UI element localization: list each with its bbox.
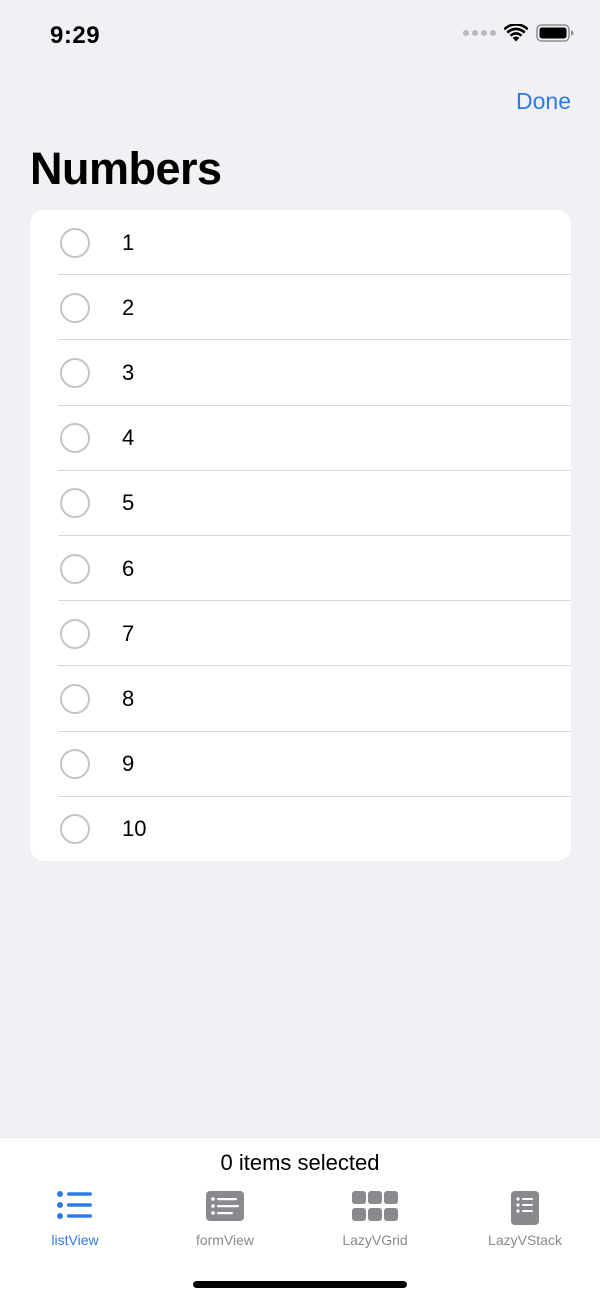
list-item[interactable]: 5 <box>30 471 571 536</box>
tab-label: listView <box>51 1232 99 1248</box>
list-item-label: 7 <box>122 620 135 646</box>
doc-list-icon <box>511 1191 539 1225</box>
selection-circle-icon[interactable] <box>60 683 90 714</box>
status-icons <box>463 24 574 42</box>
list-bullet-icon <box>57 1191 92 1219</box>
list-item-label: 8 <box>122 685 135 711</box>
tab-label: LazyVGrid <box>342 1232 408 1248</box>
home-indicator <box>193 1281 407 1288</box>
status-bar: 9:29 <box>0 0 600 72</box>
tab-bar: listView formView LazyVGrid LazyVStack <box>0 1188 600 1258</box>
selection-circle-icon[interactable] <box>60 749 90 780</box>
list-item[interactable]: 3 <box>30 340 571 406</box>
form-list-icon <box>206 1191 244 1221</box>
grid-icon <box>352 1191 398 1221</box>
list-item-label: 5 <box>122 490 135 516</box>
tab-label: LazyVStack <box>488 1232 562 1248</box>
numbers-list: 1 2 3 4 5 6 7 8 9 10 <box>30 210 571 861</box>
list-item-label: 6 <box>122 555 135 581</box>
selection-circle-icon[interactable] <box>60 814 90 845</box>
list-item-label: 3 <box>122 359 135 385</box>
list-item-label: 10 <box>122 816 147 842</box>
list-item-label: 2 <box>122 294 135 320</box>
list-item[interactable]: 1 <box>30 210 571 276</box>
list-item[interactable]: 9 <box>30 732 571 797</box>
selection-circle-icon[interactable] <box>60 292 90 323</box>
signal-dots-icon <box>463 30 496 36</box>
list-item-label: 1 <box>122 229 135 255</box>
tab-label: formView <box>195 1232 255 1248</box>
list-item[interactable]: 10 <box>30 797 571 861</box>
selection-circle-icon[interactable] <box>60 488 90 519</box>
tab-formview[interactable]: formView <box>150 1188 300 1258</box>
tab-lazyvstack[interactable]: LazyVStack <box>450 1188 600 1258</box>
selection-count: 0 items selected <box>220 1150 380 1175</box>
battery-icon <box>536 24 574 42</box>
tab-listview[interactable]: listView <box>0 1188 150 1258</box>
tab-lazyvgrid[interactable]: LazyVGrid <box>300 1188 450 1258</box>
bottom-bar: 0 items selected listView formView LazyV… <box>0 1137 600 1299</box>
status-time: 9:29 <box>50 22 101 49</box>
done-button[interactable]: Done <box>516 88 571 115</box>
list-item[interactable]: 8 <box>30 666 571 732</box>
screen: 9:29 Done Numbers 1 2 3 4 5 6 7 8 9 10 0… <box>0 0 600 1299</box>
list-item[interactable]: 6 <box>30 536 571 602</box>
selection-circle-icon[interactable] <box>60 618 90 649</box>
list-item-label: 4 <box>122 425 135 451</box>
page-title: Numbers <box>30 143 222 194</box>
selection-circle-icon[interactable] <box>60 227 90 258</box>
selection-circle-icon[interactable] <box>60 553 90 584</box>
selection-circle-icon[interactable] <box>60 423 90 454</box>
list-item[interactable]: 7 <box>30 601 571 667</box>
list-item[interactable]: 2 <box>30 275 571 341</box>
wifi-icon <box>504 24 528 42</box>
list-item[interactable]: 4 <box>30 406 571 471</box>
list-item-label: 9 <box>122 751 135 777</box>
selection-circle-icon[interactable] <box>60 357 90 388</box>
